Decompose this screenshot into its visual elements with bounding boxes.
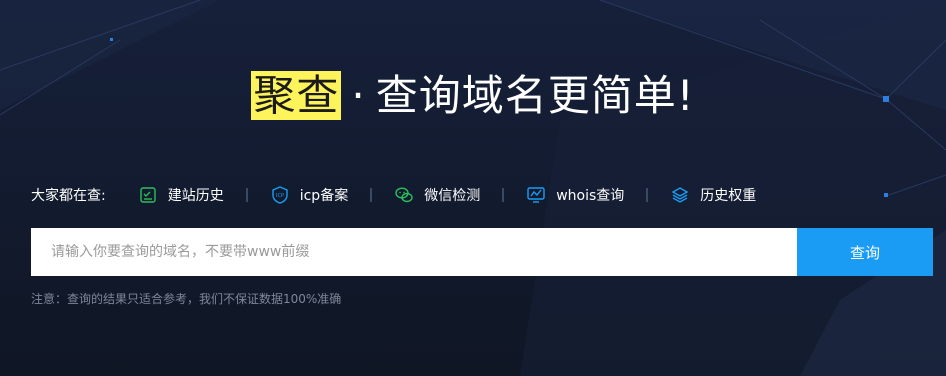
divider [646, 188, 649, 202]
wechat-icon [395, 187, 413, 203]
quick-link-icp[interactable]: ICP icp备案 [270, 185, 348, 205]
divider [245, 188, 248, 202]
quick-link-history-weight[interactable]: 历史权重 [670, 185, 756, 205]
stack-layers-icon [671, 187, 689, 203]
quick-link-label: 历史权重 [700, 188, 757, 204]
quick-link-site-history[interactable]: 建站历史 [138, 185, 224, 205]
domain-search-bar: 查询 [31, 228, 933, 276]
quick-link-wechat[interactable]: 微信检测 [394, 185, 480, 205]
shield-icon: ICP [272, 186, 288, 204]
search-button[interactable]: 查询 [797, 228, 933, 276]
domain-search-input[interactable] [31, 228, 797, 276]
brand-name: 聚查 [251, 71, 342, 120]
hero-separator: · [351, 71, 366, 120]
monitor-chart-icon [527, 187, 545, 203]
main-content: 聚查 · 查询域名更简单! 大家都在查: 建站历史 ICP icp备案 微信检测… [0, 0, 946, 376]
quick-links-label: 大家都在查: [31, 188, 106, 204]
disclaimer-note: 注意：查询的结果只适合参考，我们不保证数据100%准确 [31, 292, 342, 306]
quick-link-label: whois查询 [556, 188, 625, 204]
quick-link-whois[interactable]: whois查询 [526, 185, 624, 205]
quick-link-label: 建站历史 [167, 188, 224, 204]
quick-link-label: icp备案 [299, 188, 349, 204]
quick-link-label: 微信检测 [424, 188, 481, 204]
quick-links-bar: 大家都在查: 建站历史 ICP icp备案 微信检测 whois查询 历史权重 [31, 183, 756, 207]
svg-text:ICP: ICP [276, 193, 284, 199]
hero-tagline: 查询域名更简单! [375, 71, 695, 120]
divider [370, 188, 373, 202]
site-history-icon [140, 187, 156, 203]
hero-title: 聚查 · 查询域名更简单! [0, 68, 946, 124]
divider [502, 188, 505, 202]
